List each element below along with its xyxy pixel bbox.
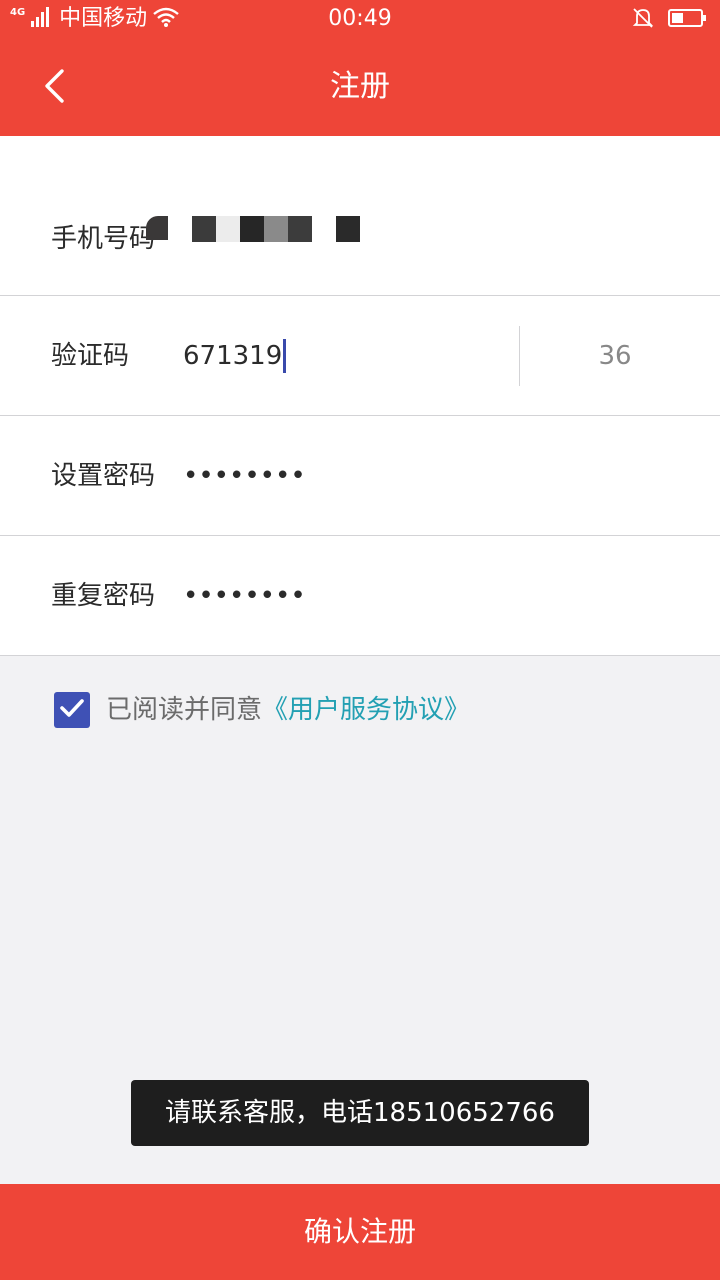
verification-code-input[interactable]: 671319 bbox=[183, 339, 287, 373]
repeat-password-label: 重复密码 bbox=[51, 581, 156, 611]
verification-code-value: 671319 bbox=[183, 341, 283, 371]
agreement-row: 已阅读并同意 《用户服务协议》 bbox=[54, 690, 470, 730]
text-caret bbox=[283, 339, 287, 373]
header: 4G 中国移动 00:49 注册 bbox=[0, 0, 720, 136]
checkmark-icon bbox=[58, 694, 86, 726]
phone-row: 手机号码 bbox=[0, 136, 720, 296]
agreement-checkbox[interactable] bbox=[54, 692, 90, 728]
repeat-password-row: 重复密码 •••••••• bbox=[0, 536, 720, 656]
password-label: 设置密码 bbox=[51, 461, 156, 491]
battery-icon bbox=[668, 8, 708, 32]
toast-message: 请联系客服，电话18510652766 bbox=[131, 1080, 589, 1146]
phone-input-masked[interactable] bbox=[146, 216, 366, 246]
password-row: 设置密码 •••••••• bbox=[0, 416, 720, 536]
confirm-register-button[interactable]: 确认注册 bbox=[0, 1184, 720, 1280]
resend-countdown: 36 bbox=[598, 341, 632, 371]
status-bar: 4G 中国移动 00:49 bbox=[0, 0, 720, 40]
phone-label: 手机号码 bbox=[51, 224, 156, 254]
register-form: 手机号码 验证码 671319 36 设置密码 •••••••• 重复密码 ••… bbox=[0, 136, 720, 656]
password-input[interactable]: •••••••• bbox=[183, 459, 306, 493]
nav-bar: 注册 bbox=[0, 40, 720, 136]
page-title: 注册 bbox=[330, 69, 390, 104]
status-right bbox=[632, 7, 708, 33]
mute-bell-icon bbox=[632, 7, 654, 33]
register-screen: 4G 中国移动 00:49 注册 手机号码 验证码 671319 36 设置密码… bbox=[0, 0, 720, 1280]
status-time: 00:49 bbox=[328, 6, 392, 31]
verification-code-label: 验证码 bbox=[51, 341, 130, 371]
verification-code-row: 验证码 671319 36 bbox=[0, 296, 720, 416]
agreement-text: 已阅读并同意 bbox=[106, 695, 263, 725]
repeat-password-input[interactable]: •••••••• bbox=[183, 579, 306, 613]
user-agreement-link[interactable]: 《用户服务协议》 bbox=[262, 692, 470, 728]
